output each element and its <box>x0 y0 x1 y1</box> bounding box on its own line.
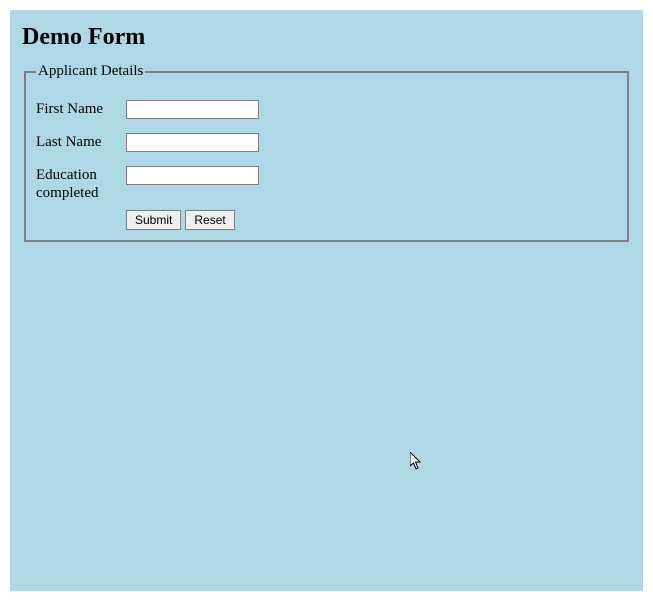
button-row <box>126 210 617 230</box>
last-name-label: Last Name <box>36 133 126 151</box>
first-name-label: First Name <box>36 100 126 118</box>
first-name-input[interactable] <box>126 100 259 119</box>
reset-button[interactable] <box>185 210 234 230</box>
form-row-education: Education completed <box>36 166 617 202</box>
form-row-first-name: First Name <box>36 100 617 119</box>
education-input[interactable] <box>126 166 259 185</box>
page-title: Demo Form <box>22 24 635 51</box>
education-label: Education completed <box>36 166 126 202</box>
fieldset-legend: Applicant Details <box>36 63 145 80</box>
last-name-input[interactable] <box>126 133 259 152</box>
submit-button[interactable] <box>126 210 181 230</box>
page-container: Demo Form Applicant Details First Name L… <box>10 10 643 591</box>
form-row-last-name: Last Name <box>36 133 617 152</box>
applicant-details-fieldset: Applicant Details First Name Last Name E… <box>24 63 629 242</box>
